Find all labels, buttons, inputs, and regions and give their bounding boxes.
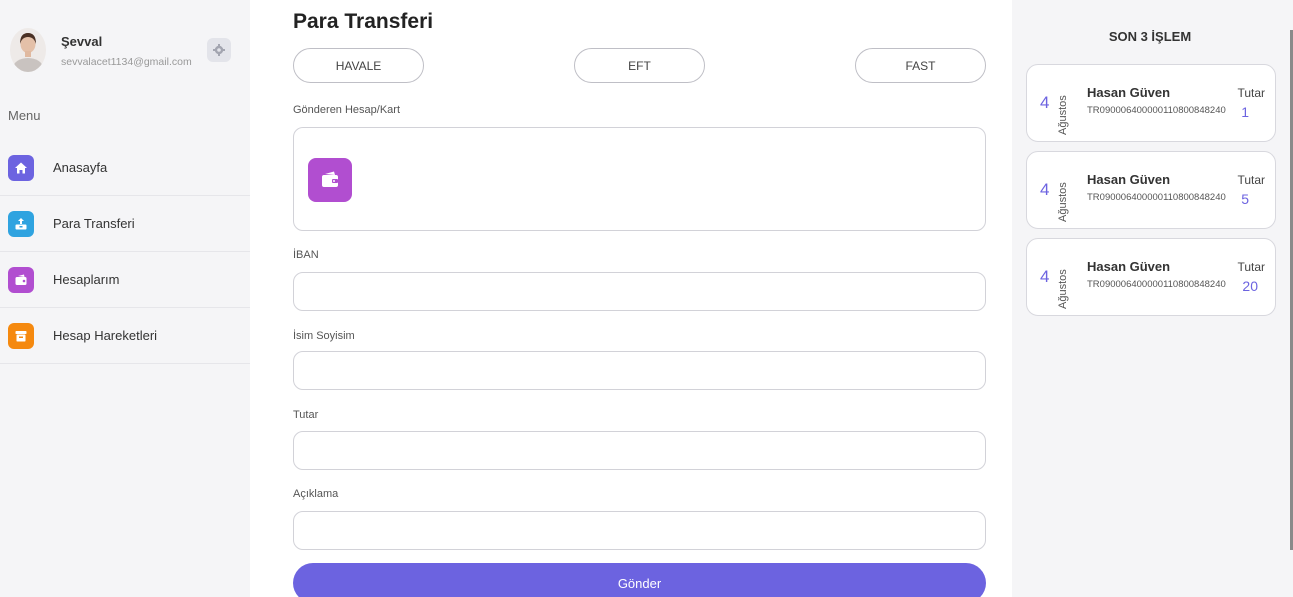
transaction-amount: 20 [1242, 278, 1258, 294]
gear-icon [213, 44, 225, 56]
page-title: Para Transferi [293, 10, 434, 33]
transaction-day: 4 [1040, 180, 1050, 199]
avatar [10, 28, 46, 72]
submit-button[interactable]: Gönder [293, 563, 986, 597]
tab-eft[interactable]: EFT [574, 48, 705, 83]
iban-input[interactable] [293, 272, 986, 311]
transaction-card[interactable]: 4 Ağustos Hasan Güven TR0900064000001108… [1026, 64, 1276, 142]
sidebar: Şevval sevvalacet1134@gmail.com Menu Ana… [0, 0, 250, 597]
home-icon [8, 154, 34, 181]
sidebar-item-para-transferi[interactable]: Para Transferi [0, 196, 250, 252]
wallet-icon[interactable] [308, 158, 352, 202]
transaction-name: Hasan Güven [1087, 172, 1171, 187]
transaction-amount-label: Tutar [1237, 260, 1265, 274]
sender-account-selector[interactable] [293, 127, 986, 231]
transaction-iban: TR090006400000110800848240 [1087, 192, 1226, 203]
name-label: İsim Soyisim [293, 330, 355, 342]
amount-input[interactable] [293, 431, 986, 470]
sidebar-item-label: Hesaplarım [53, 272, 120, 287]
transaction-month: Ağustos [1057, 269, 1069, 309]
sidebar-nav: Anasayfa Para Transferi Hesaplarım Hesap… [0, 140, 250, 364]
transaction-day: 4 [1040, 93, 1050, 112]
transaction-amount-label: Tutar [1237, 173, 1265, 187]
wallet-icon [8, 266, 34, 293]
sidebar-item-hesap-hareketleri[interactable]: Hesap Hareketleri [0, 308, 250, 364]
transfer-form: Para Transferi HAVALE EFT FAST Gönderen … [293, 0, 986, 597]
archive-icon [8, 322, 34, 349]
sender-account-label: Gönderen Hesap/Kart [293, 104, 401, 116]
amount-label: Tutar [293, 409, 319, 421]
transaction-amount: 5 [1241, 191, 1249, 207]
recent-transactions-panel: SON 3 İŞLEM 4 Ağustos Hasan Güven TR0900… [1012, 0, 1293, 597]
transaction-iban: TR090006400000110800848240 [1087, 105, 1226, 116]
settings-button[interactable] [207, 38, 231, 62]
transaction-month: Ağustos [1057, 182, 1069, 222]
transaction-day: 4 [1040, 267, 1050, 286]
transaction-amount-label: Tutar [1237, 86, 1265, 100]
description-label: Açıklama [293, 488, 339, 500]
tab-fast[interactable]: FAST [855, 48, 986, 83]
transaction-card[interactable]: 4 Ağustos Hasan Güven TR0900064000001108… [1026, 151, 1276, 229]
transaction-name: Hasan Güven [1087, 85, 1171, 100]
transaction-name: Hasan Güven [1087, 259, 1171, 274]
transfer-icon [8, 210, 34, 237]
sidebar-item-label: Anasayfa [53, 160, 108, 175]
transaction-amount: 1 [1241, 104, 1249, 120]
sidebar-item-label: Para Transferi [53, 216, 135, 231]
sidebar-item-hesaplarim[interactable]: Hesaplarım [0, 252, 250, 308]
recent-transactions-title: SON 3 İŞLEM [1108, 29, 1192, 44]
profile-name: Şevval [61, 34, 103, 49]
profile-email: sevvalacet1134@gmail.com [61, 56, 192, 68]
transaction-card[interactable]: 4 Ağustos Hasan Güven TR0900064000001108… [1026, 238, 1276, 316]
sidebar-item-label: Hesap Hareketleri [53, 328, 158, 343]
tab-havale[interactable]: HAVALE [293, 48, 424, 83]
user-profile: Şevval sevvalacet1134@gmail.com [10, 28, 240, 78]
sidebar-item-anasayfa[interactable]: Anasayfa [0, 140, 250, 196]
description-input[interactable] [293, 511, 986, 550]
name-input[interactable] [293, 351, 986, 390]
iban-label: İBAN [293, 249, 319, 261]
transaction-iban: TR090006400000110800848240 [1087, 279, 1226, 290]
transaction-month: Ağustos [1057, 95, 1069, 135]
menu-label: Menu [8, 108, 41, 123]
